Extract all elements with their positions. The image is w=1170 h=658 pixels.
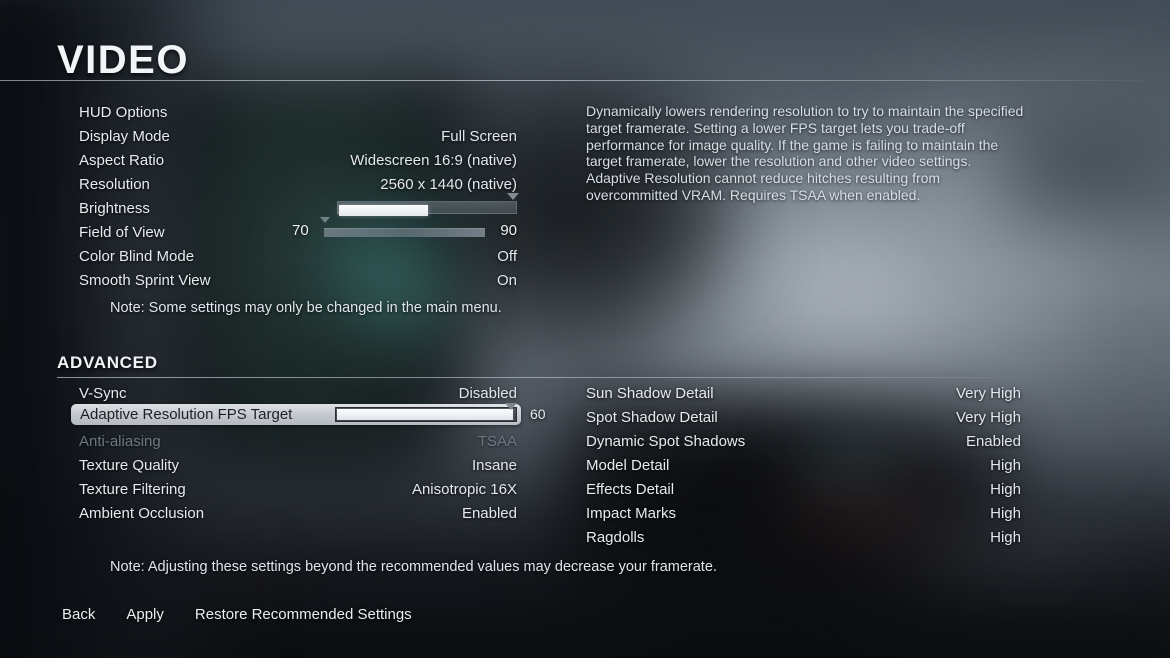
- adaptive-resolution-fps-slider-fill: [337, 409, 513, 420]
- field-of-view-min-value: 70: [292, 222, 309, 239]
- field-of-view-slider-track: [324, 228, 485, 237]
- advanced-option-label: Ragdolls: [586, 528, 645, 546]
- brightness-handle-triangle-icon[interactable]: [507, 193, 519, 200]
- advanced-option-row[interactable]: V-Sync Disabled: [79, 381, 517, 405]
- framerate-warning-note: Note: Adjusting these settings beyond th…: [110, 559, 717, 575]
- option-value: Full Screen: [441, 127, 517, 145]
- advanced-option-value: High: [990, 504, 1021, 522]
- field-of-view-handle-triangle-icon[interactable]: [320, 217, 330, 223]
- advanced-option-value: Anisotropic 16X: [411, 480, 517, 498]
- page-title: VIDEO: [57, 38, 189, 82]
- advanced-option-label: Ambient Occlusion: [79, 504, 205, 522]
- option-value: On: [496, 271, 517, 289]
- main-menu-note: Note: Some settings may only be changed …: [110, 300, 502, 316]
- option-row[interactable]: Smooth Sprint View On: [79, 268, 517, 292]
- advanced-option-row[interactable]: Effects Detail High: [586, 477, 1021, 501]
- advanced-section-title: ADVANCED: [57, 353, 158, 372]
- advanced-option-label: Spot Shadow Detail: [586, 408, 718, 426]
- advanced-option-value: High: [990, 456, 1021, 474]
- option-row[interactable]: Field of View 70 90: [79, 217, 517, 244]
- option-row[interactable]: Brightness: [79, 193, 519, 220]
- advanced-option-label: Anti-aliasing: [79, 432, 161, 450]
- advanced-option-value: Disabled: [458, 384, 517, 402]
- advanced-options-right: Sun Shadow Detail Very High Spot Shadow De…: [586, 381, 1021, 549]
- advanced-option-label: Texture Filtering: [79, 480, 186, 498]
- advanced-options-left: V-Sync Disabled Anti-aliasing TSAA Texture Q…: [79, 381, 517, 525]
- advanced-option-value: Enabled: [461, 504, 517, 522]
- field-of-view-max-value: 90: [500, 222, 517, 239]
- option-row[interactable]: Display Mode Full Screen: [79, 124, 517, 148]
- option-label: Smooth Sprint View: [79, 271, 211, 289]
- option-value: Widescreen 16:9 (native): [350, 151, 517, 169]
- field-of-view-slider[interactable]: 70 90: [292, 217, 517, 242]
- option-value: 2560 x 1440 (native): [380, 175, 517, 193]
- advanced-option-value: TSAA: [477, 432, 517, 450]
- advanced-option-label: V-Sync: [79, 384, 127, 402]
- slider-handle-triangle-icon[interactable]: [505, 403, 517, 410]
- advanced-option-label: Sun Shadow Detail: [586, 384, 714, 402]
- brightness-slider[interactable]: [337, 193, 519, 216]
- action-bar: Back Apply Restore Recommended Settings: [62, 606, 412, 623]
- option-row[interactable]: Aspect Ratio Widescreen 16:9 (native): [79, 148, 517, 172]
- option-description: Dynamically lowers rendering resolution …: [586, 103, 1024, 203]
- adaptive-resolution-fps-slider[interactable]: [335, 403, 517, 422]
- selected-option-label: Adaptive Resolution FPS Target: [80, 406, 293, 423]
- advanced-option-value: Enabled: [965, 432, 1021, 450]
- basic-options-list: HUD Options Display Mode Full Screen Aspect…: [79, 100, 519, 292]
- back-button[interactable]: Back: [62, 606, 95, 623]
- advanced-option-label: Effects Detail: [586, 480, 675, 498]
- adaptive-resolution-fps-value: 60: [530, 406, 546, 422]
- title-divider: [0, 80, 1170, 81]
- option-value: Off: [497, 247, 517, 265]
- option-label: Field of View: [79, 223, 165, 241]
- advanced-divider: [57, 377, 1052, 378]
- advanced-option-row[interactable]: Spot Shadow Detail Very High: [586, 405, 1021, 429]
- advanced-option-row[interactable]: Model Detail High: [586, 453, 1021, 477]
- option-label: Resolution: [79, 175, 150, 193]
- option-label: Aspect Ratio: [79, 151, 165, 169]
- apply-button[interactable]: Apply: [126, 606, 164, 623]
- restore-recommended-settings-button[interactable]: Restore Recommended Settings: [195, 606, 412, 623]
- advanced-option-row[interactable]: Ambient Occlusion Enabled: [79, 501, 517, 525]
- advanced-option-value: High: [990, 528, 1021, 546]
- advanced-option-value: High: [990, 480, 1021, 498]
- video-settings-screen: VIDEO Dynamically lowers rendering resol…: [0, 0, 1170, 658]
- advanced-option-value: Insane: [471, 456, 517, 474]
- option-row[interactable]: Color Blind Mode Off: [79, 244, 517, 268]
- advanced-option-row: Anti-aliasing TSAA: [79, 429, 517, 453]
- advanced-option-row[interactable]: Ragdolls High: [586, 525, 1021, 549]
- advanced-option-label: Model Detail: [586, 456, 670, 474]
- advanced-option-row[interactable]: Dynamic Spot Shadows Enabled: [586, 429, 1021, 453]
- advanced-option-row[interactable]: Texture Quality Insane: [79, 453, 517, 477]
- option-row[interactable]: HUD Options: [79, 100, 517, 124]
- advanced-option-label: Impact Marks: [586, 504, 677, 522]
- advanced-option-row[interactable]: Texture Filtering Anisotropic 16X: [79, 477, 517, 501]
- option-label: HUD Options: [79, 103, 168, 121]
- advanced-option-row[interactable]: Sun Shadow Detail Very High: [586, 381, 1021, 405]
- advanced-option-value: Very High: [955, 384, 1021, 402]
- option-label: Brightness: [79, 199, 150, 217]
- brightness-slider-fill: [339, 205, 428, 216]
- option-row[interactable]: Resolution 2560 x 1440 (native): [79, 172, 517, 196]
- advanced-option-label: Texture Quality: [79, 456, 180, 474]
- advanced-option-value: Very High: [955, 408, 1021, 426]
- option-label: Display Mode: [79, 127, 170, 145]
- advanced-option-label: Dynamic Spot Shadows: [586, 432, 746, 450]
- advanced-option-row[interactable]: Impact Marks High: [586, 501, 1021, 525]
- option-label: Color Blind Mode: [79, 247, 195, 265]
- selected-option-adaptive-resolution-fps-target[interactable]: Adaptive Resolution FPS Target: [71, 403, 521, 425]
- brightness-slider-track: [337, 201, 517, 216]
